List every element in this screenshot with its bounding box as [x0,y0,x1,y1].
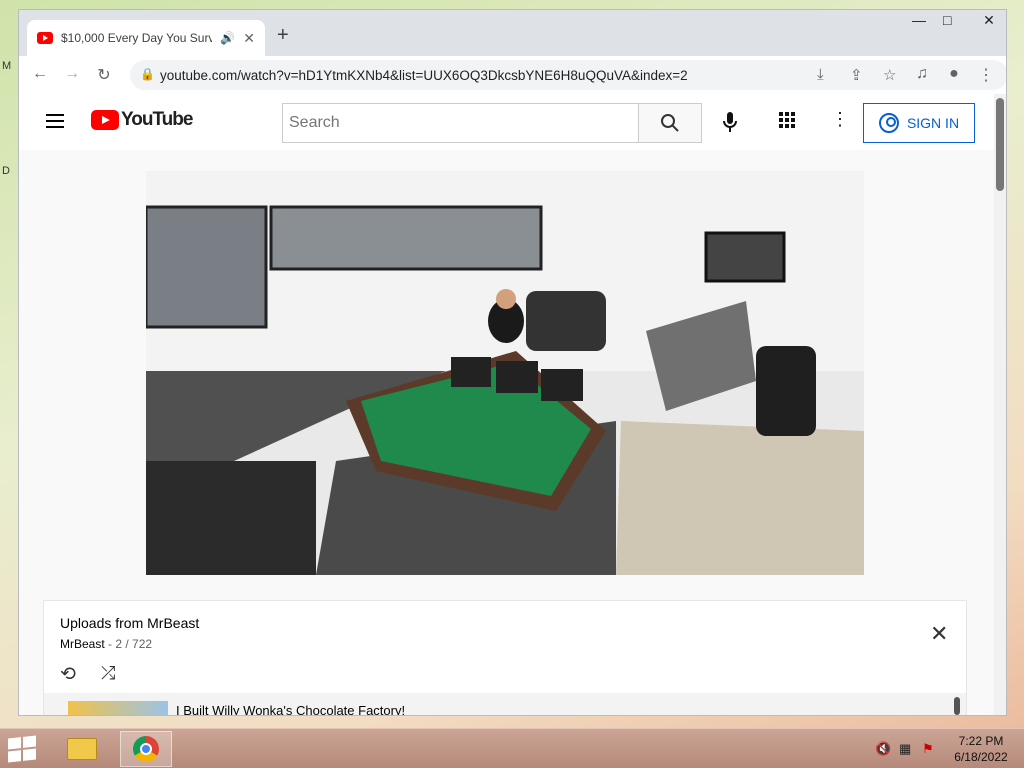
folder-icon [67,738,97,760]
user-circle-icon [878,113,899,133]
clock-time: 7:22 PM [958,734,1004,748]
youtube-logo[interactable]: YouTube [91,109,193,131]
sign-in-label: SIGN IN [906,115,960,131]
system-clock[interactable]: 7:22 PM 6/18/2022 [948,733,1014,765]
search-button[interactable] [638,103,702,143]
playlist-title[interactable]: Uploads from MrBeast [60,615,199,631]
video-thumbnail[interactable] [68,701,168,715]
profile-avatar-icon[interactable]: ● [944,65,964,83]
minimize-button[interactable]: — [912,12,926,28]
video-frame-image [146,171,864,575]
playlist-panel: Uploads from MrBeast MrBeast - 2 / 722 ⟲… [43,600,967,715]
search-field[interactable] [282,103,639,143]
browser-window: $10,000 Every Day You Survive 🔊 ✕ + — □ … [18,9,1007,716]
browser-tab[interactable]: $10,000 Every Day You Survive 🔊 ✕ [27,20,265,56]
browser-toolbar: ← → ↻ 🔒 youtube.com/watch?v=hD1YtmKXNb4&… [19,56,1006,94]
playlist-separator: - [104,637,116,651]
file-explorer-button[interactable] [60,731,104,767]
taskbar: 🔇 ▦ ⚑ 7:22 PM 6/18/2022 [0,728,1024,768]
search-icon [661,114,679,132]
hamburger-menu-icon[interactable] [46,114,64,128]
youtube-play-icon [91,110,119,130]
close-playlist-icon[interactable]: ✕ [930,621,948,647]
speaker-icon[interactable]: 🔊 [220,31,235,45]
close-window-button[interactable]: ✕ [971,12,1006,29]
playlist-scrollbar[interactable] [954,697,960,715]
windows-start-icon[interactable] [8,735,36,763]
url-text[interactable]: youtube.com/watch?v=hD1YtmKXNb4&list=UUX… [160,68,688,83]
sign-in-button[interactable]: SIGN IN [863,103,975,143]
chrome-menu-icon[interactable]: ⋮ [976,65,996,85]
new-tab-button[interactable]: + [277,24,289,47]
loop-icon[interactable]: ⟲ [60,663,76,686]
address-bar[interactable]: 🔒 youtube.com/watch?v=hD1YtmKXNb4&list=U… [130,60,1006,90]
volume-muted-icon[interactable]: 🔇 [875,741,891,757]
page-scrollbar[interactable] [994,94,1006,715]
media-control-icon[interactable]: ♫ [912,65,932,83]
apps-grid-icon[interactable] [779,112,795,128]
youtube-favicon-icon [37,32,53,44]
youtube-header: YouTube ⋮ SIGN IN [19,94,1006,150]
video-player[interactable] [146,171,864,575]
tab-strip: $10,000 Every Day You Survive 🔊 ✕ + — □ … [19,10,1006,56]
maximize-button[interactable]: □ [943,12,951,28]
search-input[interactable] [283,104,638,142]
settings-more-icon[interactable]: ⋮ [831,109,849,130]
playlist-owner-link[interactable]: MrBeast [60,637,105,651]
action-center-icon[interactable]: ⚑ [922,741,934,757]
shuffle-icon[interactable]: ⤮ [101,663,115,684]
lock-icon[interactable]: 🔒 [140,67,155,81]
bookmark-star-icon[interactable]: ☆ [883,66,896,84]
playlist-meta: MrBeast - 2 / 722 [60,637,152,651]
forward-arrow-icon[interactable]: → [62,65,82,83]
tab-close-icon[interactable]: ✕ [243,30,255,47]
reload-icon[interactable]: ↻ [94,65,114,85]
chrome-icon [133,736,159,762]
list-item-title[interactable]: I Built Willy Wonka's Chocolate Factory! [176,703,405,715]
clock-date: 6/18/2022 [954,750,1008,764]
chrome-taskbar-button[interactable] [120,731,172,767]
youtube-wordmark: YouTube [121,109,193,130]
network-icon[interactable]: ▦ [899,741,911,757]
share-icon[interactable]: ⇪ [850,66,863,84]
install-icon[interactable]: ⤓ [817,66,824,83]
playlist-position: 2 / 722 [115,637,153,651]
desktop-icon-label[interactable]: D [2,165,10,177]
back-arrow-icon[interactable]: ← [30,65,50,83]
list-item[interactable]: I Built Willy Wonka's Chocolate Factory! [44,693,966,715]
microphone-icon[interactable] [722,111,738,133]
youtube-page: YouTube ⋮ SIGN IN [19,94,1006,715]
tab-title: $10,000 Every Day You Survive [61,31,212,45]
desktop-icon-label[interactable]: M [2,60,11,72]
